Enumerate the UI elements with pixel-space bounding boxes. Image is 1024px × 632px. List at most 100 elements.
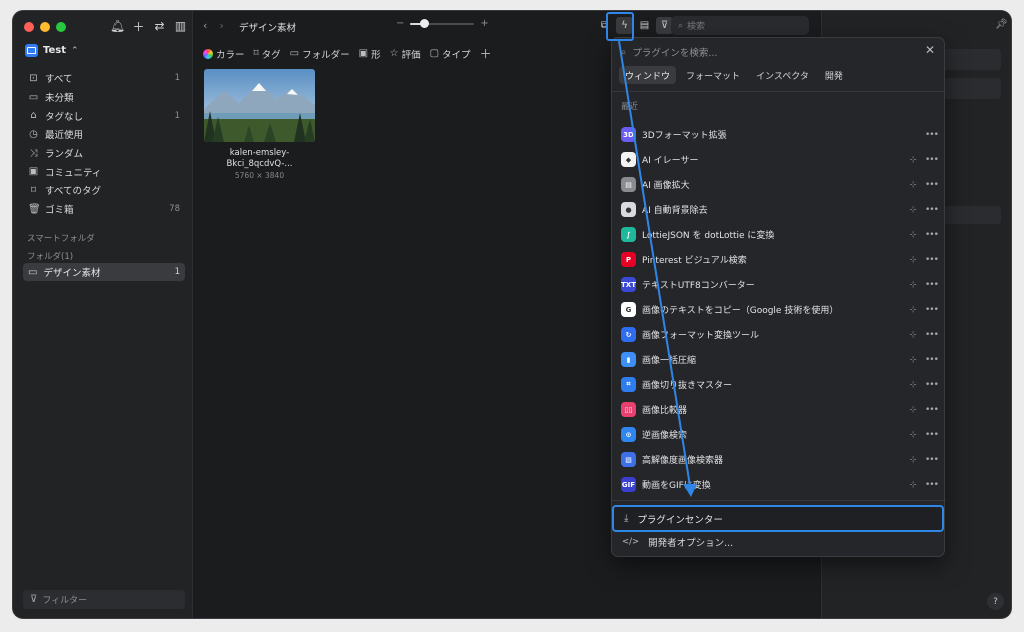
pin-icon[interactable]: ⊹ [907, 280, 919, 290]
plugin-row[interactable]: TXT テキストUTF8コンバーター ⊹ ••• [612, 272, 946, 297]
plugin-name: 逆画像検索 [642, 431, 688, 441]
sidebar-folder-design[interactable]: ▭ デザイン素材 1 [23, 263, 185, 281]
more-icon[interactable]: ••• [925, 255, 939, 265]
sidebar-toggle-icon[interactable]: ▥ [174, 18, 187, 34]
filter-folder[interactable]: ▭ フォルダー [290, 47, 350, 61]
more-icon[interactable]: ••• [925, 205, 939, 215]
type-icon: ▢ [429, 48, 440, 59]
pin-icon[interactable]: ⊹ [907, 230, 919, 240]
plugin-icon: P [621, 252, 636, 267]
pin-icon[interactable]: ⊹ [907, 305, 919, 315]
pin-icon[interactable]: ⊹ [907, 380, 919, 390]
zoom-out-button[interactable]: − [396, 18, 404, 29]
tab-develop[interactable]: 開発 [819, 66, 849, 84]
tab-inspector[interactable]: インスペクタ [750, 66, 815, 84]
sidebar-item-unsorted[interactable]: ▭ 未分類 [23, 88, 185, 107]
more-icon[interactable]: ••• [925, 355, 939, 365]
zoom-slider-knob[interactable] [420, 18, 430, 28]
more-icon[interactable]: ••• [925, 305, 939, 315]
filter-rating[interactable]: ☆ 評価 [390, 47, 421, 61]
plugin-row[interactable]: ↻ 画像フォーマット変換ツール ⊹ ••• [612, 322, 946, 347]
pin-icon[interactable]: ⊹ [907, 405, 919, 415]
pin-icon[interactable]: ⊹ [907, 180, 919, 190]
plugin-search-input[interactable]: ⌕ プラグインを検索... [621, 45, 717, 60]
pin-icon[interactable]: ⊹ [907, 355, 919, 365]
sidebar-item-community[interactable]: ▣ コミュニティ [23, 162, 185, 181]
library-switcher[interactable]: Test ⌃ [25, 44, 79, 57]
filter-type[interactable]: ▢ タイプ [430, 47, 471, 61]
bell-icon[interactable]: 🔔︎ [110, 18, 125, 34]
sidebar-item-all-tags[interactable]: ⌑ すべてのタグ [23, 181, 185, 200]
more-icon[interactable]: ••• [925, 330, 939, 340]
filter-shape[interactable]: ▣ 形 [359, 47, 381, 61]
tags-icon: ⌑ [30, 184, 37, 196]
filter-tag[interactable]: ⌑ タグ [254, 47, 281, 61]
forward-icon[interactable]: › [219, 19, 223, 32]
plugin-row[interactable]: ▯▯ 画像比較器 ⊹ ••• [612, 397, 946, 422]
zoom-window-button[interactable] [56, 22, 66, 32]
add-filter-button[interactable]: ＋ [480, 45, 492, 62]
more-icon[interactable]: ••• [925, 455, 939, 465]
plugin-row[interactable]: 3D 3Dフォーマット拡張 ••• [612, 122, 946, 147]
file-name[interactable]: kalen-emsley- Bkci_8qcdvQ-... [204, 148, 315, 170]
pin-icon[interactable]: ⊹ [907, 255, 919, 265]
more-icon[interactable]: ••• [925, 130, 939, 140]
plugin-row[interactable]: GIF 動画をGIFに変換 ⊹ ••• [612, 472, 946, 497]
more-icon[interactable]: ••• [925, 430, 939, 440]
plugin-row[interactable]: G 画像のテキストをコピー（Google 技術を使用） ⊹ ••• [612, 297, 946, 322]
plugin-row[interactable]: ▨ 高解像度画像検索器 ⊹ ••• [612, 447, 946, 472]
plugin-row[interactable]: ◆ AI イレーサー ⊹ ••• [612, 147, 946, 172]
bookmark-icon: ⌑ [253, 48, 259, 59]
close-window-button[interactable] [24, 22, 34, 32]
plugin-row[interactable]: ▤ AI 画像拡大 ⊹ ••• [612, 172, 946, 197]
sidebar-item-untagged[interactable]: ⌂ タグなし 1 [23, 106, 185, 125]
sidebar-item-recent[interactable]: ◷ 最近使用 [23, 125, 185, 144]
sidebar-item-random[interactable]: ⤨ ランダム [23, 144, 185, 163]
layout-icon[interactable]: ▤ [636, 17, 653, 34]
search-input[interactable]: ⌕ 検索 [671, 16, 809, 35]
pin-icon[interactable]: ⊹ [907, 430, 919, 440]
pin-icon[interactable]: 📌︎ [995, 19, 1008, 30]
zoom-slider[interactable] [410, 18, 475, 28]
close-icon[interactable]: ✕ [925, 43, 935, 57]
sync-icon[interactable]: ⇄ [153, 18, 166, 34]
plus-icon[interactable]: ＋ [132, 18, 145, 34]
plugin-row[interactable]: ∫ LottieJSON を dotLottie に変換 ⊹ ••• [612, 222, 946, 247]
more-icon[interactable]: ••• [925, 280, 939, 290]
back-icon[interactable]: ‹ [203, 19, 207, 32]
plugin-row[interactable]: P Pinterest ビジュアル検索 ⊹ ••• [612, 247, 946, 272]
minimize-window-button[interactable] [40, 22, 50, 32]
tab-window[interactable]: ウィンドウ [619, 66, 677, 84]
more-icon[interactable]: ••• [925, 230, 939, 240]
more-icon[interactable]: ••• [925, 380, 939, 390]
pin-icon[interactable]: ⊹ [907, 480, 919, 490]
more-icon[interactable]: ••• [925, 405, 939, 415]
tab-format[interactable]: フォーマット [680, 66, 746, 84]
pin-icon[interactable]: ⊹ [907, 205, 919, 215]
sidebar-item-all[interactable]: ⊡ すべて 1 [23, 69, 185, 88]
help-button[interactable]: ? [987, 593, 1004, 610]
landscape-image [204, 69, 315, 142]
pin-icon[interactable]: ⊹ [907, 455, 919, 465]
zoom-in-button[interactable]: + [480, 18, 488, 29]
plugin-center-button[interactable]: ⤓ プラグインセンター [612, 505, 944, 532]
plugin-name: 動画をGIFに変換 [642, 481, 711, 491]
sidebar-item-trash[interactable]: 🗑 ゴミ箱 78 [23, 200, 185, 219]
file-thumbnail[interactable] [204, 69, 315, 142]
more-icon[interactable]: ••• [925, 480, 939, 490]
plugin-row[interactable]: ⌗ 画像切り抜きマスター ⊹ ••• [612, 372, 946, 397]
more-icon[interactable]: ••• [925, 180, 939, 190]
filter-label: タグ [261, 49, 281, 61]
pin-icon[interactable]: ⊹ [907, 330, 919, 340]
more-icon[interactable]: ••• [925, 155, 939, 165]
window-controls [24, 22, 66, 32]
folder-section-heading[interactable]: フォルダ(1) [27, 250, 73, 262]
developer-options-button[interactable]: </> 開発者オプション... [622, 535, 733, 549]
plugin-row[interactable]: ● AI 自動背景除去 ⊹ ••• [612, 197, 946, 222]
sidebar-filter-input[interactable]: ⊽ フィルター [23, 590, 185, 609]
filter-color[interactable]: カラー [203, 47, 245, 61]
plugin-row[interactable]: ⊙ 逆画像検索 ⊹ ••• [612, 422, 946, 447]
plugin-row[interactable]: ▮ 画像一括圧縮 ⊹ ••• [612, 347, 946, 372]
smart-folder-heading[interactable]: スマートフォルダ [27, 232, 95, 244]
pin-icon[interactable]: ⊹ [907, 155, 919, 165]
